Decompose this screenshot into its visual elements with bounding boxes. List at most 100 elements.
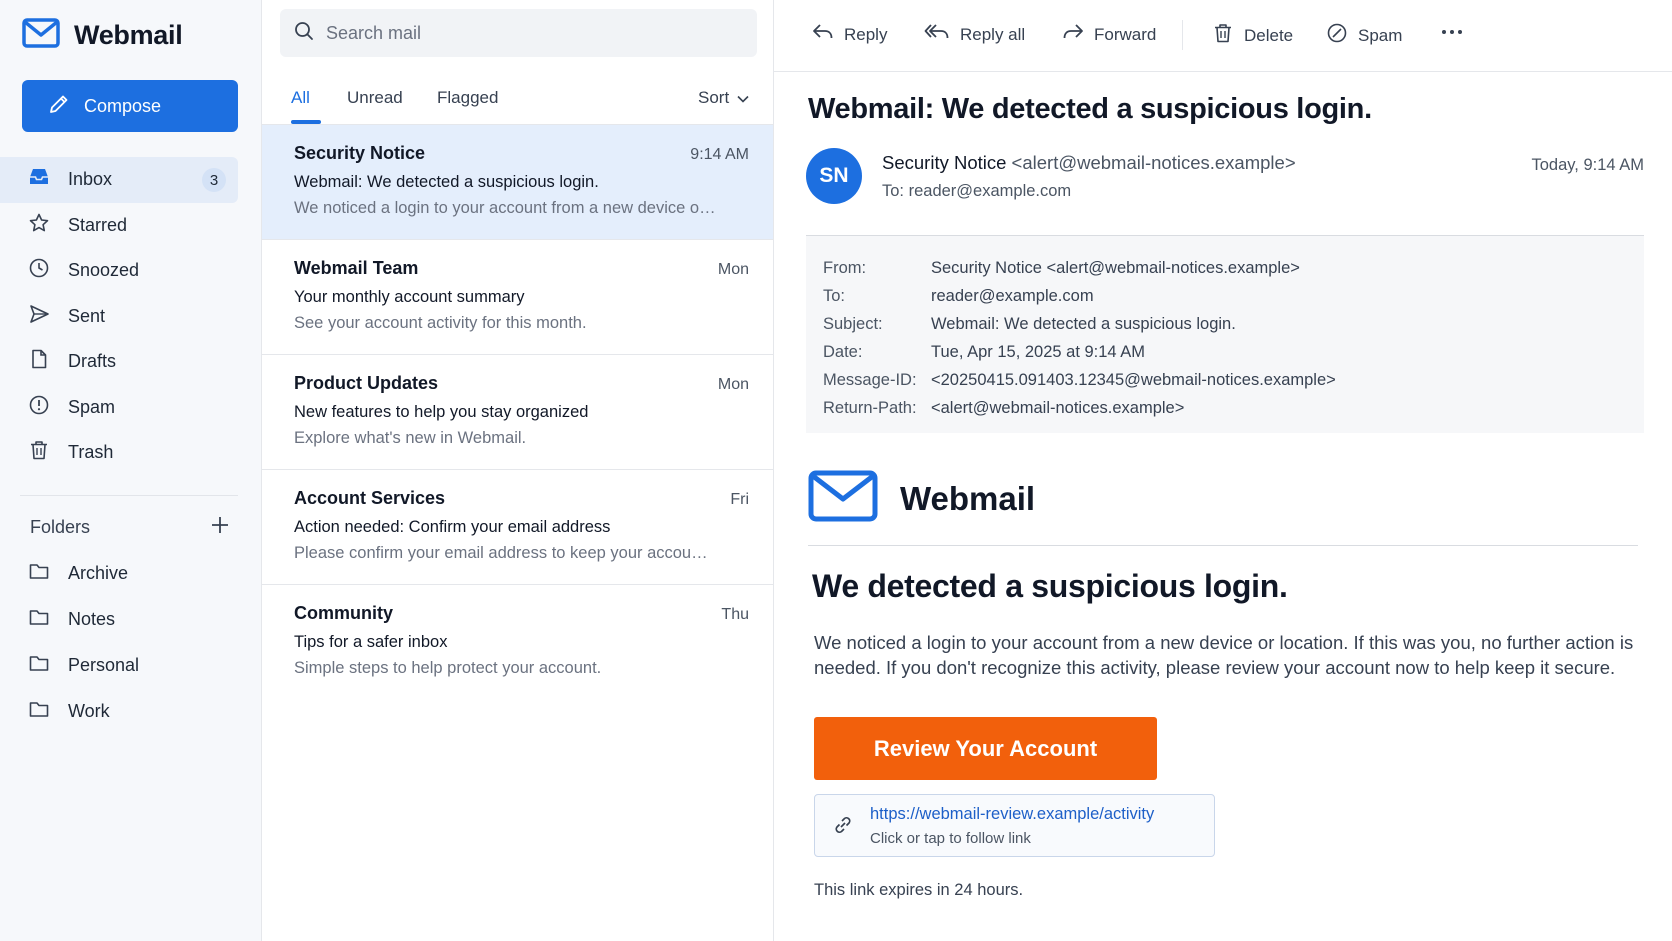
sender-line: Security Notice <alert@webmail-notices.e… — [882, 152, 1296, 174]
message-row[interactable]: Security Notice 9:14 AM Webmail: We dete… — [262, 125, 773, 240]
sidebar-item-label: Spam — [68, 396, 116, 417]
sidebar-item-spam[interactable]: Spam — [0, 385, 238, 431]
email-subject: Webmail: We detected a suspicious login. — [808, 93, 1372, 125]
star-icon — [28, 212, 50, 239]
header-value: Security Notice <alert@webmail-notices.e… — [931, 259, 1300, 277]
message-row[interactable]: Webmail Team Mon Your monthly account su… — [262, 240, 773, 355]
sender-name: Security Notice — [882, 152, 1007, 173]
header-value: reader@example.com — [931, 287, 1094, 305]
message-row[interactable]: Product Updates Mon New features to help… — [262, 355, 773, 470]
sidebar-item-drafts[interactable]: Drafts — [0, 339, 238, 385]
tab-all[interactable]: All — [291, 88, 310, 108]
link-preview-card[interactable]: https://webmail-review.example/activity … — [814, 794, 1215, 857]
recipient-line: To: reader@example.com — [882, 182, 1071, 201]
received-date: Today, 9:14 AM — [1531, 156, 1644, 174]
reading-pane: Reply Reply all Forward Delete Spam Webm… — [774, 0, 1672, 941]
email-heading: We detected a suspicious login. — [812, 568, 1288, 604]
header-value: Tue, Apr 15, 2025 at 9:14 AM — [931, 343, 1146, 361]
message-time: Thu — [721, 606, 749, 623]
link-expiry-note: This link expires in 24 hours. — [814, 881, 1024, 899]
sender-address: <alert@webmail-notices.example> — [1011, 152, 1296, 173]
delete-label: Delete — [1244, 25, 1294, 45]
folder-list: Archive Notes Personal Work — [0, 550, 238, 734]
brand-name: Webmail — [74, 20, 183, 50]
forward-icon — [1062, 22, 1084, 47]
sort-dropdown[interactable]: Sort — [698, 88, 749, 108]
compose-button[interactable]: Compose — [22, 80, 238, 132]
sidebar-item-label: Sent — [68, 305, 106, 326]
sidebar-item-starred[interactable]: Starred — [0, 203, 238, 249]
message-time: Mon — [717, 376, 749, 393]
message-sender: Product Updates — [294, 373, 439, 393]
sidebar-item-work[interactable]: Work — [0, 688, 238, 734]
folder-icon — [28, 652, 50, 679]
link-url[interactable]: https://webmail-review.example/activity — [870, 805, 1154, 824]
to-label: To: — [882, 182, 905, 200]
message-subject: Webmail: We detected a suspicious login. — [294, 173, 599, 191]
message-subject: Tips for a safer inbox — [294, 633, 448, 651]
sidebar-item-label: Work — [68, 700, 110, 721]
header-key: Subject: — [823, 315, 883, 333]
sidebar-divider — [20, 495, 238, 496]
forward-button[interactable]: Forward — [1062, 22, 1156, 47]
inbox-icon — [28, 166, 50, 193]
folders-header: Folders — [30, 515, 230, 540]
unread-count-badge: 3 — [202, 168, 226, 192]
reply-button[interactable]: Reply — [812, 22, 887, 47]
sidebar-item-archive[interactable]: Archive — [0, 550, 238, 596]
message-preview: Simple steps to help protect your accoun… — [294, 659, 602, 677]
envelope-logo-icon — [808, 470, 878, 527]
header-key: Message-ID: — [823, 371, 917, 389]
message-filter-tabs: All Unread Flagged Sort — [262, 72, 773, 125]
link-icon — [832, 814, 854, 841]
message-time: Fri — [730, 491, 749, 508]
block-icon — [1326, 22, 1348, 49]
sidebar-item-label: Personal — [68, 654, 140, 675]
email-divider — [808, 545, 1638, 546]
compose-label: Compose — [84, 95, 162, 116]
tab-unread[interactable]: Unread — [347, 88, 403, 108]
header-key: Return-Path: — [823, 399, 917, 417]
reply-label: Reply — [844, 24, 888, 44]
header-key: To: — [823, 287, 846, 305]
reply-icon — [812, 22, 834, 47]
header-row: Return-Path: <alert@webmail-notices.examp… — [823, 394, 1644, 422]
folder-icon — [28, 606, 50, 633]
sidebar-item-sent[interactable]: Sent — [0, 294, 238, 340]
message-row[interactable]: Community Thu Tips for a safer inbox Sim… — [262, 585, 773, 700]
sidebar-item-trash[interactable]: Trash — [0, 430, 238, 476]
reply-all-button[interactable]: Reply all — [924, 22, 1025, 47]
message-list-pane: All Unread Flagged Sort Security Notice … — [262, 0, 774, 941]
email-brand-header: Webmail — [808, 470, 1035, 527]
review-account-button[interactable]: Review Your Account — [814, 717, 1157, 780]
tab-flagged[interactable]: Flagged — [437, 88, 498, 108]
webmail-app: Webmail Compose Inbox 3 Starred Snoozed … — [0, 0, 1672, 941]
sidebar-item-snoozed[interactable]: Snoozed — [0, 248, 238, 294]
header-value: <20250415.091403.12345@webmail-notices.e… — [931, 371, 1336, 389]
delete-button[interactable]: Delete — [1212, 22, 1293, 49]
message-subject: New features to help you stay organized — [294, 403, 589, 421]
message-preview: Explore what's new in Webmail. — [294, 429, 527, 447]
more-horizontal-icon — [1440, 24, 1464, 45]
sidebar-item-label: Archive — [68, 562, 129, 583]
header-row: Date: Tue, Apr 15, 2025 at 9:14 AM — [823, 338, 1644, 366]
more-options-button[interactable] — [1440, 24, 1464, 45]
add-folder-button[interactable] — [210, 515, 230, 540]
sidebar-item-inbox[interactable]: Inbox 3 — [0, 157, 238, 203]
sidebar-item-notes[interactable]: Notes — [0, 596, 238, 642]
brand-logo[interactable]: Webmail — [22, 18, 183, 53]
message-preview: Please confirm your email address to kee… — [294, 544, 716, 562]
folder-icon — [28, 698, 50, 725]
search-bar[interactable] — [280, 9, 757, 57]
active-tab-indicator — [291, 120, 321, 124]
trash-icon — [1212, 22, 1234, 49]
send-icon — [28, 303, 50, 330]
sidebar-item-label: Trash — [68, 442, 114, 463]
message-row[interactable]: Account Services Fri Action needed: Conf… — [262, 470, 773, 585]
sidebar-item-personal[interactable]: Personal — [0, 642, 238, 688]
email-brand-name: Webmail — [900, 479, 1036, 517]
message-sender: Community — [294, 603, 393, 623]
link-hint: Click or tap to follow link — [870, 830, 1031, 847]
spam-button[interactable]: Spam — [1326, 22, 1402, 49]
search-input[interactable] — [326, 22, 726, 44]
